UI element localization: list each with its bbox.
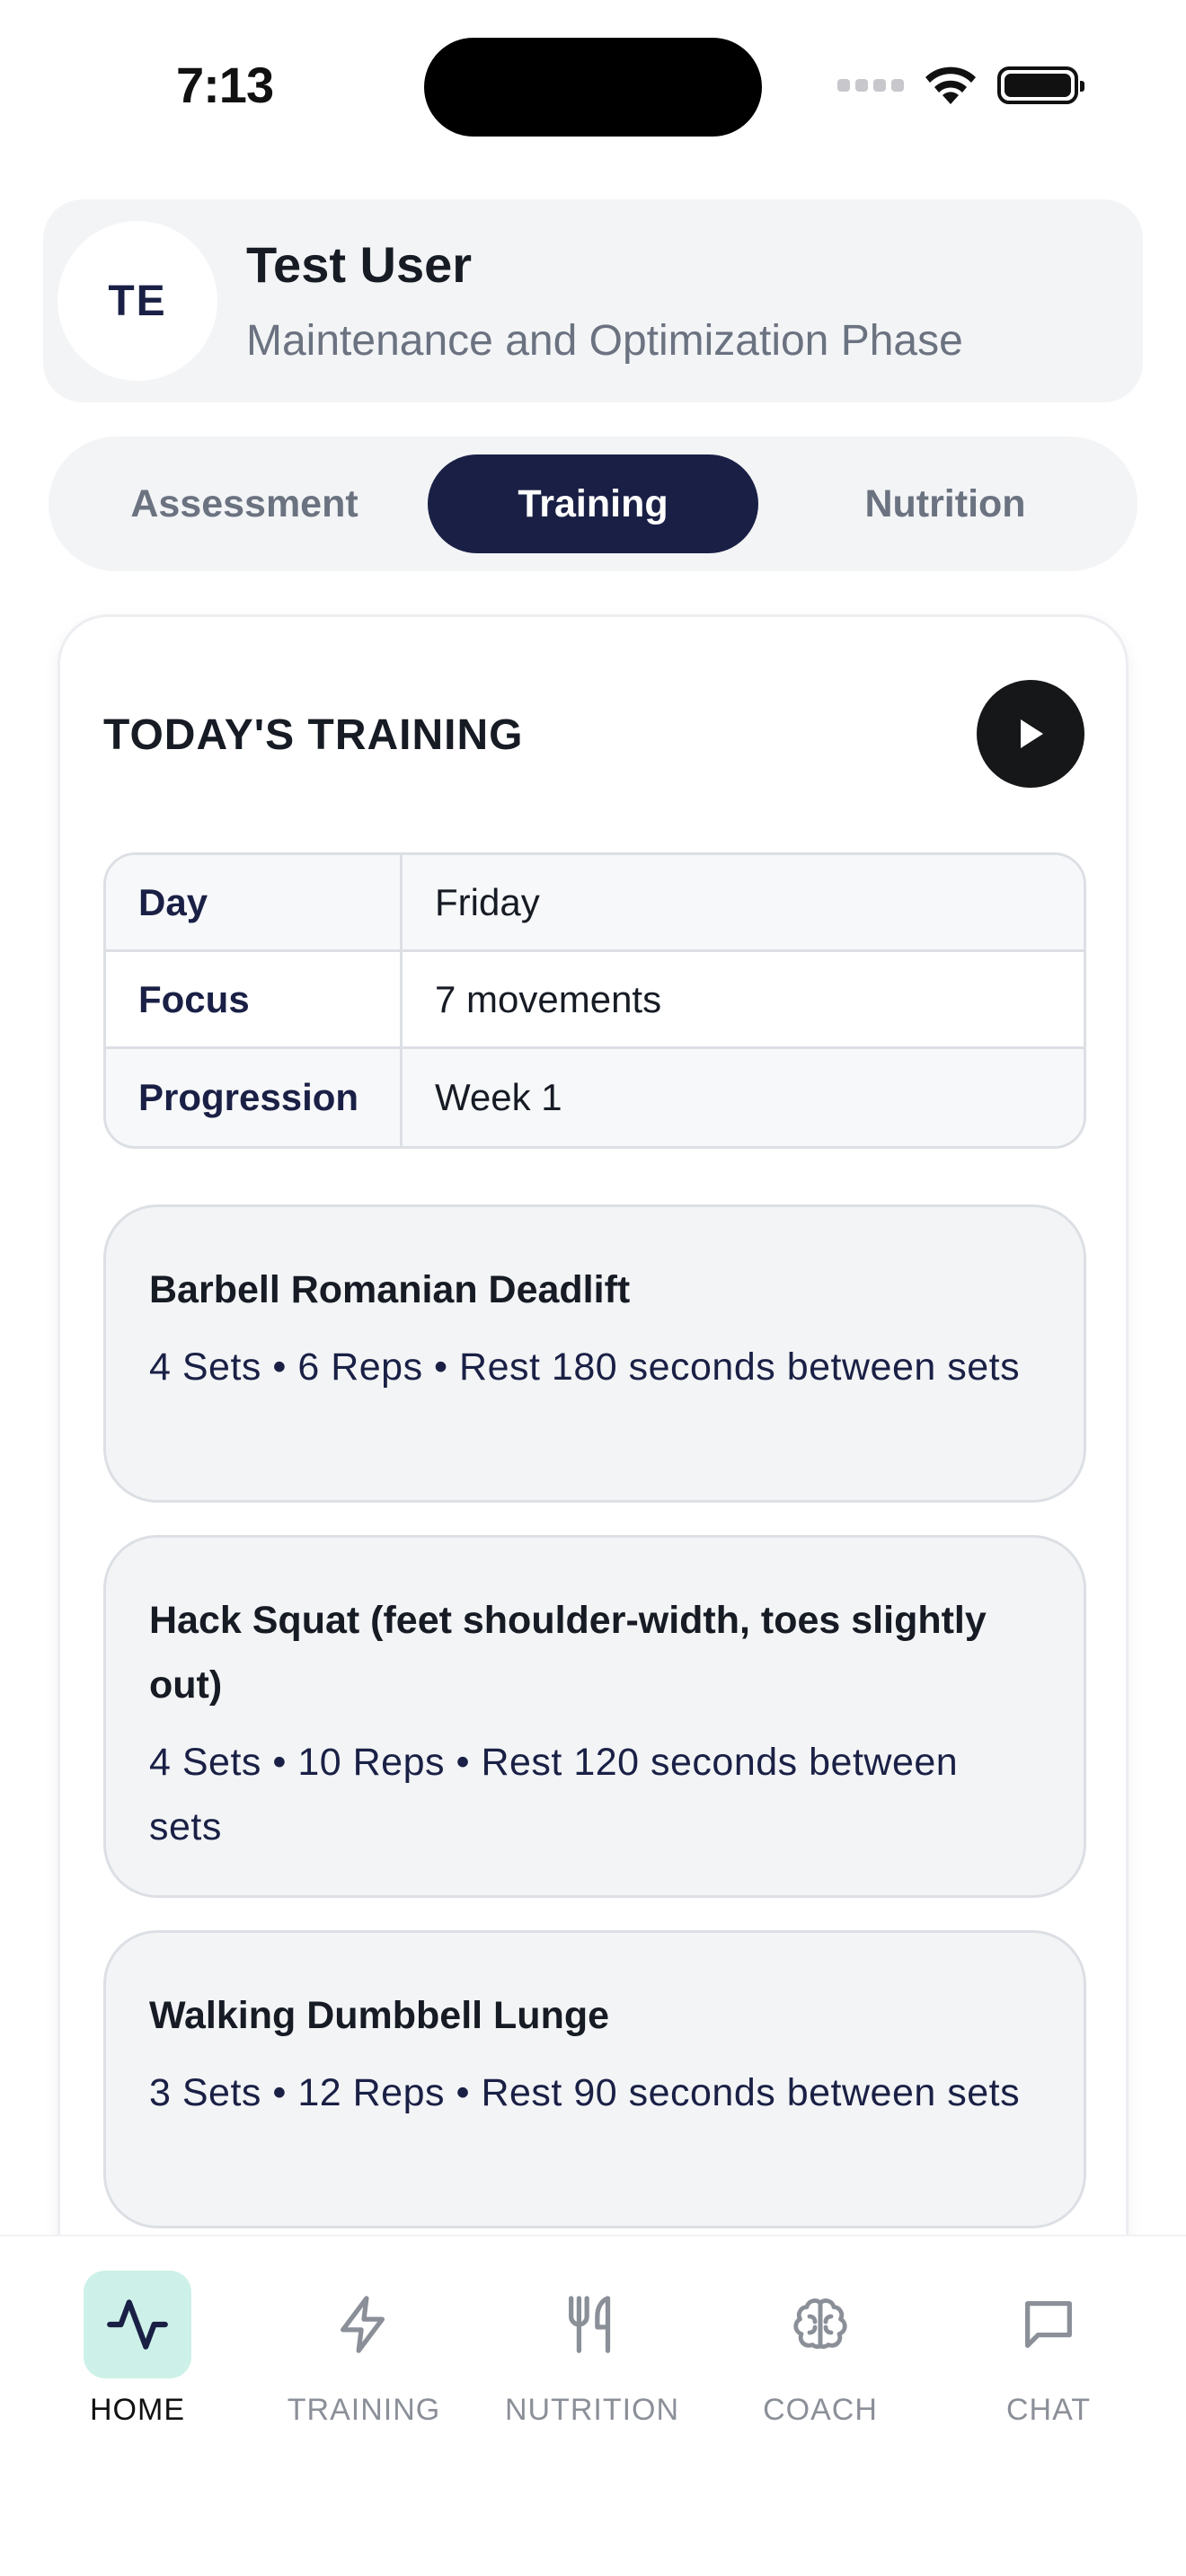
avatar[interactable]: TE	[58, 221, 217, 381]
activity-icon	[107, 2299, 168, 2350]
brain-icon	[793, 2298, 847, 2349]
cellular-signal-icon	[837, 79, 904, 92]
bottom-nav: HOME TRAINING NUTRITION COACH CHAT	[0, 2235, 1186, 2576]
info-key: Day	[106, 855, 403, 949]
nav-icon-bg	[538, 2271, 646, 2378]
profile-card[interactable]: TE Test User Maintenance and Optimizatio…	[43, 199, 1143, 402]
exercise-name: Hack Squat (feet shoulder-width, toes sl…	[149, 1599, 987, 1707]
nav-item-nutrition[interactable]: NUTRITION	[489, 2271, 695, 2428]
section-tabs: Assessment Training Nutrition	[49, 437, 1137, 571]
exercise-card[interactable]: Barbell Romanian Deadlift 4 Sets • 6 Rep…	[103, 1204, 1086, 1503]
user-name: Test User	[246, 236, 473, 293]
play-button[interactable]	[977, 680, 1084, 788]
chat-bubble-icon	[1025, 2301, 1072, 2348]
info-value: Friday	[435, 880, 540, 923]
status-icons	[837, 65, 1084, 106]
app-screen: 7:13 TE Test User Maintenance and Optimi…	[0, 0, 1186, 2576]
info-row-day: Day Friday	[106, 855, 1084, 952]
info-key: Focus	[106, 952, 403, 1046]
status-bar: 7:13	[0, 0, 1186, 171]
play-icon	[1021, 719, 1043, 748]
dynamic-island	[424, 38, 762, 137]
nav-label: COACH	[763, 2393, 878, 2427]
lightning-icon	[341, 2296, 385, 2353]
nav-item-chat[interactable]: CHAT	[945, 2271, 1152, 2428]
info-key: Progression	[106, 1049, 403, 1146]
exercise-card[interactable]: Hack Squat (feet shoulder-width, toes sl…	[103, 1535, 1086, 1898]
info-value: 7 movements	[435, 977, 662, 1020]
info-row-focus: Focus 7 movements	[106, 952, 1084, 1049]
nav-label: TRAINING	[287, 2393, 441, 2427]
user-phase: Maintenance and Optimization Phase	[246, 317, 963, 365]
tab-nutrition[interactable]: Nutrition	[767, 454, 1123, 553]
exercise-detail: 4 Sets • 10 Reps • Rest 120 seconds betw…	[149, 1741, 959, 1848]
nav-item-training[interactable]: TRAINING	[261, 2271, 467, 2428]
tab-training[interactable]: Training	[428, 454, 758, 553]
wifi-icon	[925, 66, 976, 104]
nav-label: HOME	[90, 2393, 185, 2427]
nav-icon-bg	[995, 2271, 1102, 2378]
nav-icon-bg	[84, 2271, 191, 2378]
exercise-detail: 4 Sets • 6 Reps • Rest 180 seconds betwe…	[149, 1345, 1021, 1389]
fork-knife-icon	[569, 2296, 611, 2353]
status-time: 7:13	[176, 57, 274, 113]
exercise-detail: 3 Sets • 12 Reps • Rest 90 seconds betwe…	[149, 2071, 1021, 2114]
nav-label: CHAT	[1005, 2393, 1092, 2427]
nav-label: NUTRITION	[504, 2393, 680, 2427]
tab-assessment[interactable]: Assessment	[66, 454, 422, 553]
info-value: Week 1	[435, 1076, 562, 1118]
nav-icon-bg	[766, 2271, 874, 2378]
exercise-name: Walking Dumbbell Lunge	[149, 1994, 610, 2037]
battery-icon	[997, 66, 1084, 104]
exercise-name: Barbell Romanian Deadlift	[149, 1268, 631, 1311]
info-row-progression: Progression Week 1	[106, 1049, 1084, 1146]
training-info-table: Day Friday Focus 7 movements Progression…	[103, 852, 1086, 1149]
nav-item-home[interactable]: HOME	[34, 2271, 241, 2428]
exercise-card[interactable]: Walking Dumbbell Lunge 3 Sets • 12 Reps …	[103, 1930, 1086, 2228]
training-title: TODAY'S TRAINING	[103, 711, 524, 759]
nav-icon-bg	[310, 2271, 418, 2378]
nav-item-coach[interactable]: COACH	[717, 2271, 924, 2428]
